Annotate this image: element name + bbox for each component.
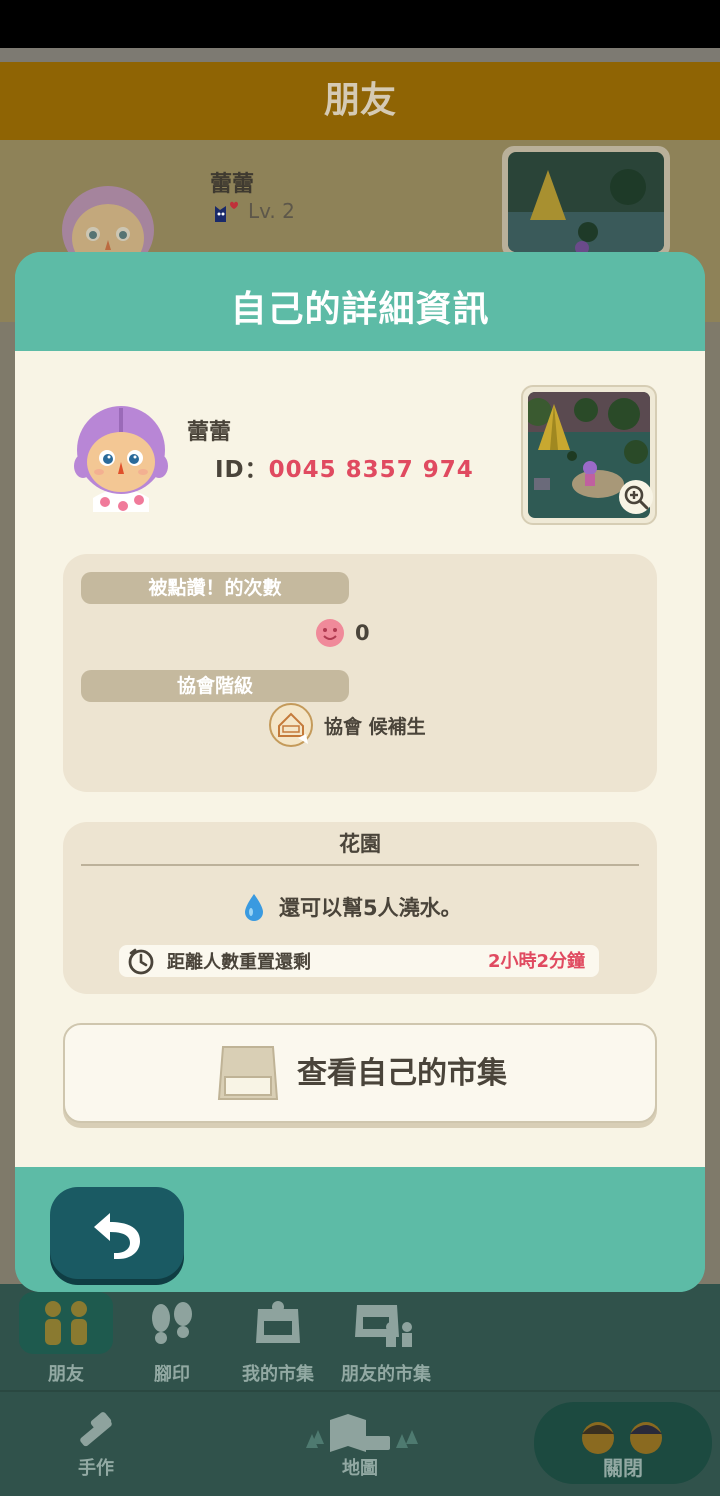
nav-tab-friend-market[interactable]: 朋友的市集 [330, 1292, 442, 1386]
back-button[interactable] [50, 1187, 184, 1279]
nav-craft-label: 手作 [78, 1458, 114, 1479]
smile-icon [316, 619, 344, 647]
friends-icon [19, 1292, 113, 1354]
undo-arrow-icon [94, 1213, 140, 1259]
friend-level: Lv. 2 [212, 198, 295, 224]
map-icon [296, 1408, 424, 1454]
nav-tab-my-market[interactable]: 我的市集 [224, 1292, 332, 1386]
nav-tab-label: 我的市集 [242, 1364, 314, 1385]
reset-timer-label: 距離人數重置還剩 [167, 952, 311, 973]
rank-value-row: 協會 候補生 [268, 702, 426, 748]
friend-market-icon [330, 1292, 442, 1354]
reset-timer-label-group: 距離人數重置還剩 [127, 945, 311, 977]
likes-label: 被點讚！的次數 [81, 572, 349, 604]
friend-name: 蕾蕾 [210, 172, 255, 197]
nav-close-button[interactable]: 關閉 [534, 1402, 712, 1484]
likes-value: 0 [355, 621, 370, 645]
self-details-dialog: 自己的詳細資訊 蕾蕾 ID：0045 8357 974 被點讚！的次數 0 協會… [15, 252, 705, 1292]
view-my-market-button[interactable]: 查看自己的市集 [63, 1023, 657, 1123]
friend-campsite-thumbnail [502, 146, 670, 258]
garden-divider [81, 864, 639, 866]
nav-tab-label: 腳印 [154, 1364, 190, 1385]
garden-card: 花園 還可以幫5人澆水。 距離人數重置還剩 2小時2分鐘 [63, 822, 657, 994]
stats-card: 被點讚！的次數 0 協會階級 協會 候補生 [63, 554, 657, 792]
nav-tab-label: 朋友 [48, 1364, 84, 1385]
likes-count: 0 [315, 618, 370, 648]
nav-map-label: 地圖 [342, 1458, 378, 1479]
friend-level-text: Lv. 2 [248, 199, 295, 223]
nav-craft[interactable]: 手作 [42, 1408, 150, 1480]
market-stall-icon [217, 1046, 279, 1100]
footprints-icon [118, 1292, 226, 1354]
association-badge-icon [269, 703, 313, 747]
top-strip [0, 48, 720, 62]
player-id-value: 0045 8357 974 [268, 457, 474, 483]
nav-tab-footprints[interactable]: 腳印 [118, 1292, 226, 1386]
water-text: 還可以幫5人澆水。 [279, 896, 462, 920]
water-row: 還可以幫5人澆水。 [243, 892, 462, 922]
dialog-title: 自己的詳細資訊 [15, 252, 705, 351]
player-id-label: ID： [215, 457, 269, 483]
nav-map[interactable]: 地圖 [296, 1408, 424, 1480]
status-bar [0, 0, 720, 48]
zoom-in-icon [624, 485, 649, 510]
reset-timer-value: 2小時2分鐘 [487, 951, 585, 972]
cat-heart-icon [215, 201, 238, 222]
water-drop-icon [245, 894, 263, 921]
campsite-image [508, 152, 664, 255]
garden-title: 花園 [339, 832, 381, 856]
hammer-icon [42, 1408, 150, 1454]
market-icon [224, 1292, 332, 1354]
rank-value: 協會 候補生 [324, 715, 426, 738]
reset-timer-row: 距離人數重置還剩 2小時2分鐘 [119, 945, 599, 977]
background-page-title: 朋友 [0, 62, 720, 140]
timer-icon [128, 948, 154, 975]
nav-tab-label: 朋友的市集 [341, 1364, 431, 1385]
rank-label: 協會階級 [81, 670, 349, 702]
view-my-market-label: 查看自己的市集 [297, 1056, 507, 1091]
player-name: 蕾蕾 [187, 420, 232, 445]
nav-close-label: 關閉 [603, 1456, 643, 1480]
nav-divider [0, 1390, 720, 1392]
player-avatar [74, 406, 168, 512]
player-id: ID：0045 8357 974 [215, 450, 474, 484]
zoom-in-button[interactable] [619, 480, 653, 514]
nav-tab-friends[interactable]: 朋友 [12, 1292, 120, 1386]
